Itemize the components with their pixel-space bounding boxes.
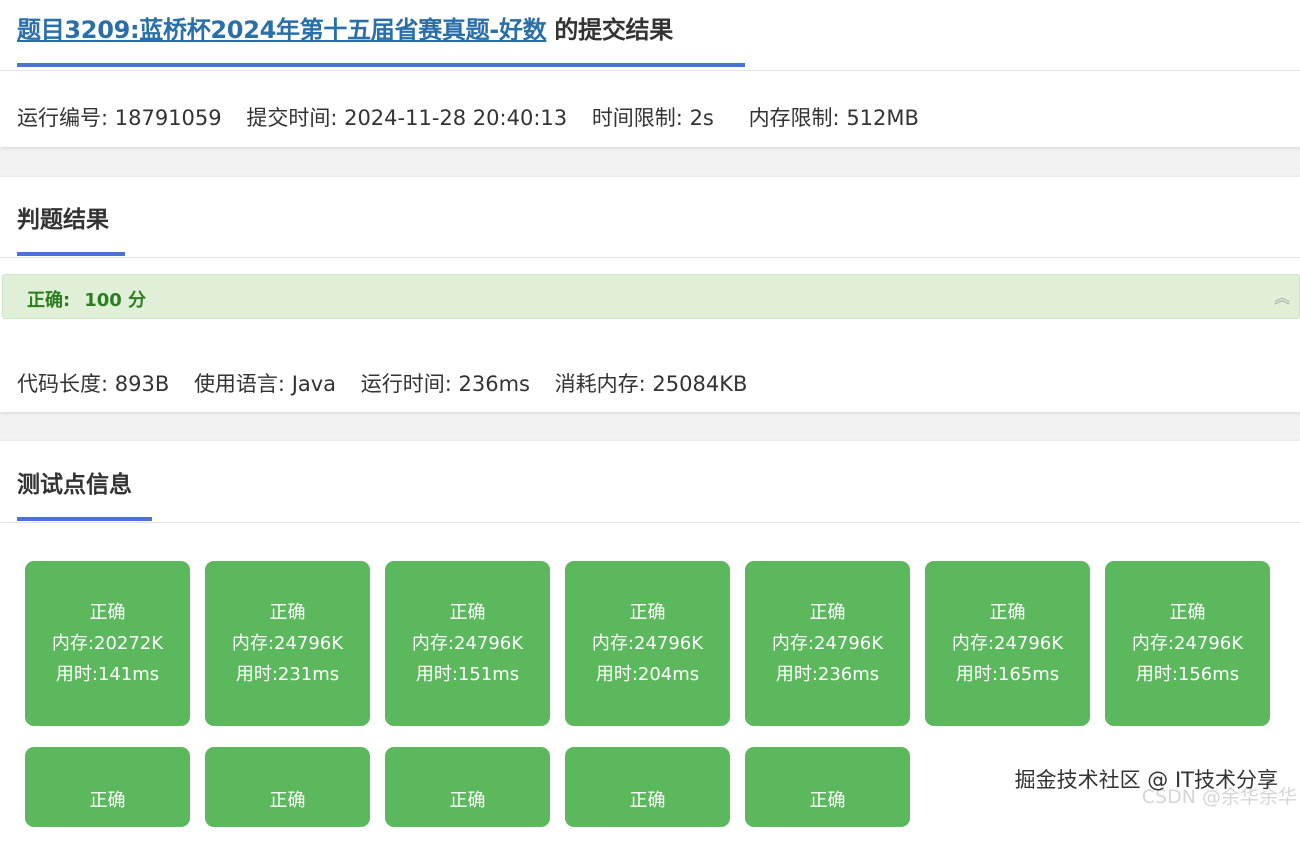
code-length: 代码长度: 893B	[17, 372, 170, 396]
test-status: 正确	[269, 790, 306, 811]
test-status: 正确	[89, 790, 126, 811]
test-point[interactable]: 正确	[205, 747, 370, 827]
test-status: 正确	[809, 790, 846, 811]
test-memory: 内存:24796K	[771, 633, 884, 654]
test-memory: 内存:24796K	[591, 633, 704, 654]
verdict-score: 100 分	[84, 290, 147, 311]
test-status: 正确	[629, 602, 666, 623]
test-point[interactable]: 正确 内存:24796K 用时:231ms	[205, 561, 370, 726]
submit-time: 提交时间: 2024-11-28 20:40:13	[246, 106, 568, 130]
problem-link[interactable]: 题目3209:蓝桥杯2024年第十五届省赛真题-好数	[17, 16, 547, 44]
section-underline	[17, 517, 152, 521]
title-underline	[17, 63, 745, 67]
test-point[interactable]: 正确	[385, 747, 550, 827]
test-memory: 内存:20272K	[51, 633, 164, 654]
test-memory: 内存:24796K	[951, 633, 1064, 654]
divider	[0, 70, 1300, 71]
test-point[interactable]: 正确 内存:20272K 用时:141ms	[25, 561, 190, 726]
test-memory: 内存:24796K	[1131, 633, 1244, 654]
test-point[interactable]: 正确	[565, 747, 730, 827]
page-title: 题目3209:蓝桥杯2024年第十五届省赛真题-好数 的提交结果	[17, 10, 673, 45]
title-suffix: 的提交结果	[554, 16, 673, 44]
test-point[interactable]: 正确 内存:24796K 用时:165ms	[925, 561, 1090, 726]
judge-result-card: 判题结果 正确: 100 分 ︽ 代码长度: 893B 使用语言: Java 运行…	[0, 177, 1300, 412]
language: 使用语言: Java	[193, 372, 337, 396]
test-point[interactable]: 正确 内存:24796K 用时:204ms	[565, 561, 730, 726]
test-point[interactable]: 正确 内存:24796K 用时:236ms	[745, 561, 910, 726]
judge-result-title: 判题结果	[17, 207, 109, 233]
test-memory: 内存:24796K	[231, 633, 344, 654]
test-status: 正确	[989, 602, 1026, 623]
test-status: 正确	[629, 790, 666, 811]
test-status: 正确	[449, 602, 486, 623]
test-time: 用时:231ms	[235, 664, 340, 685]
test-point[interactable]: 正确 内存:24796K 用时:156ms	[1105, 561, 1270, 726]
test-point[interactable]: 正确	[745, 747, 910, 827]
run-id: 运行编号: 18791059	[17, 106, 222, 130]
section-underline	[17, 252, 125, 256]
test-status: 正确	[269, 602, 306, 623]
time-limit: 时间限制: 2s	[591, 106, 714, 130]
double-chevron-up-icon[interactable]: ︽	[1271, 289, 1293, 307]
test-time: 用时:156ms	[1135, 664, 1240, 685]
memory-used: 消耗内存: 25084KB	[554, 372, 748, 396]
verdict-bar[interactable]: 正确: 100 分 ︽	[2, 274, 1300, 319]
verdict-text: 正确: 100 分	[27, 286, 146, 312]
run-time: 运行时间: 236ms	[360, 372, 530, 396]
test-point[interactable]: 正确	[25, 747, 190, 827]
test-status: 正确	[89, 602, 126, 623]
submission-header-card: 题目3209:蓝桥杯2024年第十五届省赛真题-好数 的提交结果 运行编号: 1…	[0, 0, 1300, 147]
memory-limit: 内存限制: 512MB	[748, 106, 919, 130]
submission-meta: 运行编号: 18791059 提交时间: 2024-11-28 20:40:13…	[17, 102, 937, 132]
divider	[0, 257, 1300, 258]
result-stats: 代码长度: 893B 使用语言: Java 运行时间: 236ms 消耗内存: …	[17, 368, 765, 398]
test-time: 用时:165ms	[955, 664, 1060, 685]
divider	[0, 522, 1300, 523]
watermark-primary: 掘金技术社区 @ IT技术分享	[1014, 768, 1278, 792]
test-point[interactable]: 正确 内存:24796K 用时:151ms	[385, 561, 550, 726]
test-time: 用时:204ms	[595, 664, 700, 685]
test-memory: 内存:24796K	[411, 633, 524, 654]
test-time: 用时:151ms	[415, 664, 520, 685]
test-time: 用时:141ms	[55, 664, 160, 685]
test-status: 正确	[809, 602, 846, 623]
verdict-label: 正确:	[27, 290, 71, 311]
test-points-title: 测试点信息	[17, 472, 132, 498]
test-status: 正确	[1169, 602, 1206, 623]
test-status: 正确	[449, 790, 486, 811]
test-time: 用时:236ms	[775, 664, 880, 685]
